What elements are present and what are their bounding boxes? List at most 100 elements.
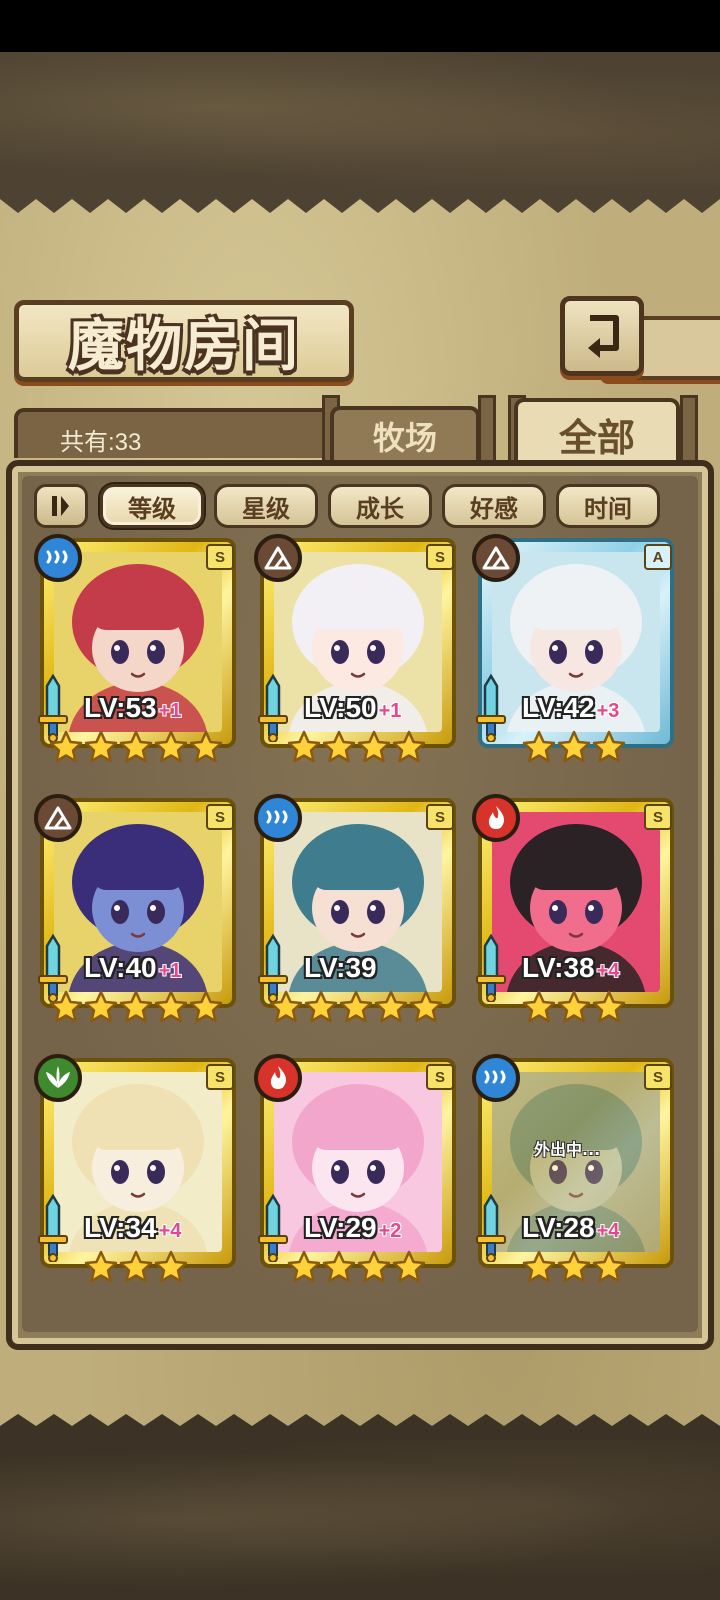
star-icon (119, 1250, 153, 1283)
rank-badge: S (206, 804, 234, 830)
star-icon (154, 990, 188, 1023)
star-icon (269, 990, 303, 1023)
level-bonus: +4 (596, 960, 620, 982)
map-background-bottom (0, 1440, 720, 1600)
monster-card[interactable]: S LV:53 +1 (34, 534, 238, 778)
star-rating (34, 1250, 238, 1284)
level-value: LV:50 (304, 692, 377, 723)
status-bar (0, 0, 720, 52)
level-bonus: +4 (596, 1220, 620, 1242)
star-icon (557, 1250, 591, 1283)
monster-card[interactable]: S LV:50 +1 (254, 534, 458, 778)
level-label: LV:38 +4 (522, 952, 619, 986)
star-icon (409, 990, 443, 1023)
monster-card[interactable]: S LV:39 (254, 794, 458, 1038)
star-icon (522, 990, 556, 1023)
star-icon (189, 990, 223, 1023)
level-label: LV:29 +2 (304, 1212, 401, 1246)
star-icon (592, 730, 626, 763)
monster-card[interactable]: S LV:34 +4 (34, 1054, 238, 1298)
star-icon (522, 730, 556, 763)
star-icon (49, 990, 83, 1023)
back-button[interactable] (560, 296, 644, 376)
level-value: LV:39 (304, 952, 377, 983)
sort-by-stars[interactable]: 星级 (214, 484, 318, 528)
star-rating (254, 730, 458, 764)
water-element-icon (472, 1054, 520, 1102)
level-value: LV:53 (84, 692, 157, 723)
sort-by-time[interactable]: 时间 (556, 484, 660, 528)
wood-element-icon (34, 1054, 82, 1102)
earth-element-icon (34, 794, 82, 842)
star-icon (84, 990, 118, 1023)
return-arrow-icon (588, 315, 619, 358)
level-bonus: +2 (378, 1220, 402, 1242)
sort-order-icon (52, 496, 69, 516)
monster-card[interactable]: S LV:40 +1 (34, 794, 238, 1038)
tab-ranch[interactable]: 牧场 (330, 406, 480, 462)
level-label: LV:28 +4 (522, 1212, 619, 1246)
earth-element-icon (254, 534, 302, 582)
star-icon (287, 1250, 320, 1283)
level-label: LV:40 +1 (84, 952, 181, 986)
level-label: LV:39 (304, 952, 379, 986)
water-element-icon (254, 794, 302, 842)
monster-card[interactable]: S LV:38 +4 (472, 794, 676, 1038)
level-value: LV:28 (522, 1212, 595, 1243)
star-icon (304, 990, 338, 1023)
level-value: LV:38 (522, 952, 595, 983)
rank-badge: A (644, 544, 672, 570)
level-value: LV:29 (304, 1212, 377, 1243)
star-icon (592, 1250, 626, 1283)
star-icon (357, 1250, 390, 1283)
rank-badge: S (206, 1064, 234, 1090)
sort-by-growth[interactable]: 成长 (328, 484, 432, 528)
level-value: LV:42 (522, 692, 595, 723)
level-label: LV:34 +4 (84, 1212, 181, 1246)
monster-card[interactable]: S LV:29 +2 (254, 1054, 458, 1298)
rank-badge: S (426, 1064, 454, 1090)
level-bonus: +1 (378, 700, 402, 722)
sort-by-level[interactable]: 等级 (100, 484, 204, 528)
star-icon (84, 1250, 118, 1283)
level-value: LV:34 (84, 1212, 157, 1243)
tab-all[interactable]: 全部 (514, 398, 680, 466)
star-icon (339, 990, 373, 1023)
star-rating (34, 730, 238, 764)
level-label: LV:50 +1 (304, 692, 401, 726)
star-icon (84, 730, 118, 763)
star-icon (592, 990, 626, 1023)
rank-badge: S (426, 804, 454, 830)
earth-element-icon (472, 534, 520, 582)
torn-edge-top (0, 187, 720, 213)
torn-edge-bottom (0, 1414, 720, 1440)
star-rating (472, 730, 676, 764)
star-icon (322, 1250, 355, 1283)
away-status: 外出中... (534, 1140, 601, 1159)
level-label: LV:53 +1 (84, 692, 181, 726)
water-element-icon (34, 534, 82, 582)
rank-badge: S (426, 544, 454, 570)
monster-count: 共有:33 (60, 429, 142, 456)
sort-by-affection[interactable]: 好感 (442, 484, 546, 528)
star-icon (322, 730, 355, 763)
star-rating (254, 990, 458, 1024)
star-icon (154, 1250, 188, 1283)
star-icon (189, 730, 223, 763)
map-background-top (0, 52, 720, 187)
rank-badge: S (206, 544, 234, 570)
rank-badge: S (644, 1064, 672, 1090)
fire-element-icon (472, 794, 520, 842)
page-title: 魔物房间 (14, 300, 354, 382)
star-icon (119, 990, 153, 1023)
level-label: LV:42 +3 (522, 692, 619, 726)
star-icon (374, 990, 408, 1023)
monster-card[interactable]: S LV:28 +4 外出中... (472, 1054, 676, 1298)
monster-card[interactable]: A LV:42 +3 (472, 534, 676, 778)
level-bonus: +4 (158, 1220, 182, 1242)
star-rating (254, 1250, 458, 1284)
star-icon (119, 730, 153, 763)
sort-order-toggle[interactable] (34, 484, 88, 528)
star-icon (287, 730, 320, 763)
rank-badge: S (644, 804, 672, 830)
